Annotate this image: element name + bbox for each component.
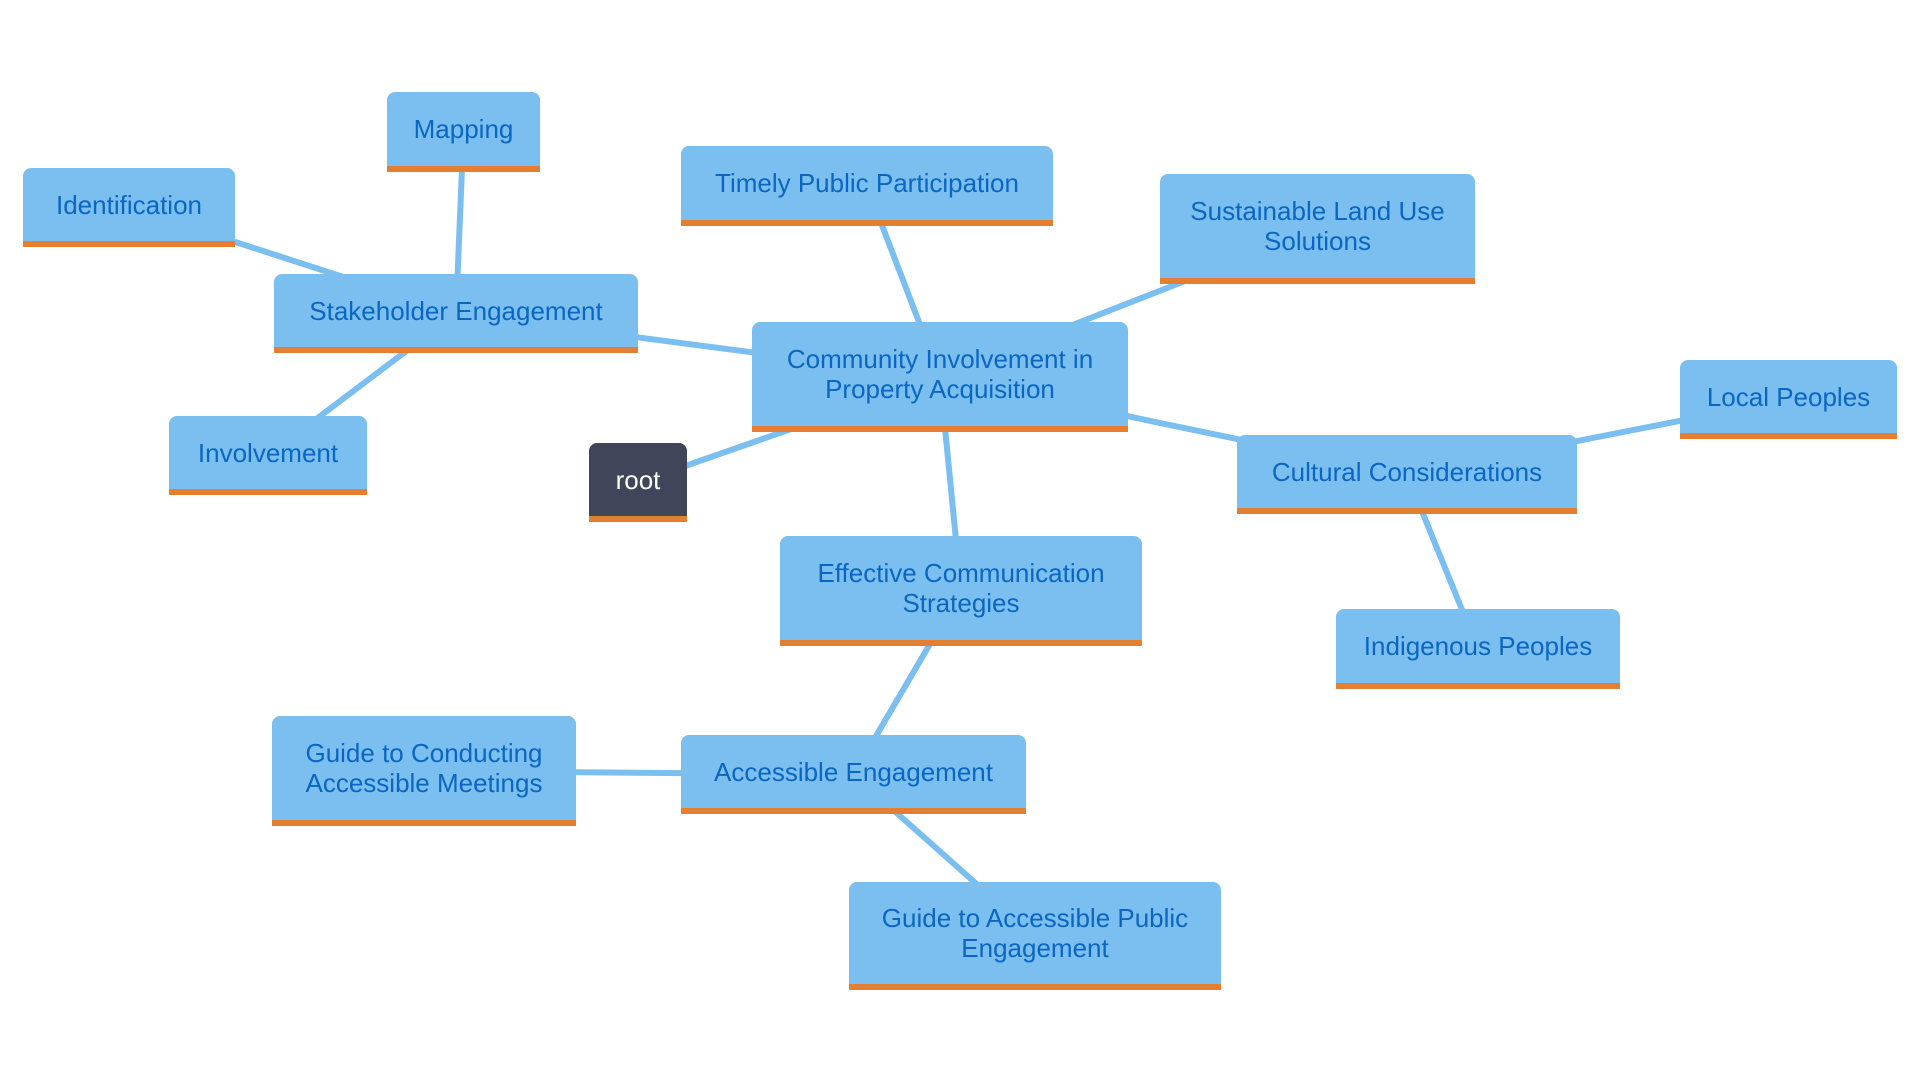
node-guide-accessible-public-engagement[interactable]: Guide to Accessible Public Engagement xyxy=(849,882,1221,990)
node-label: Sustainable Land Use Solutions xyxy=(1190,196,1445,256)
node-label: Accessible Engagement xyxy=(714,756,993,787)
node-accessible-engagement[interactable]: Accessible Engagement xyxy=(681,735,1026,814)
node-label: Involvement xyxy=(197,437,339,468)
node-involvement[interactable]: Involvement xyxy=(169,416,367,495)
node-label: Local Peoples xyxy=(1706,381,1871,412)
node-label: Mapping xyxy=(413,114,514,144)
node-effective-communication[interactable]: Effective Communication Strategies xyxy=(780,536,1142,646)
node-label: Effective Communication Strategies xyxy=(817,558,1105,618)
node-sustainable-land-use[interactable]: Sustainable Land Use Solutions xyxy=(1160,174,1475,284)
node-label: Community Involvement in Property Acquis… xyxy=(786,344,1094,404)
node-label: Cultural Considerations xyxy=(1271,456,1543,487)
node-identification[interactable]: Identification xyxy=(23,168,235,247)
node-label: Guide to Conducting Accessible Meetings xyxy=(305,738,543,798)
node-stakeholder-engagement[interactable]: Stakeholder Engagement xyxy=(274,274,638,353)
node-mapping[interactable]: Mapping xyxy=(387,92,540,172)
node-label: Identification xyxy=(56,189,202,220)
node-local-peoples[interactable]: Local Peoples xyxy=(1680,360,1897,439)
node-label: Indigenous Peoples xyxy=(1363,631,1593,661)
node-root[interactable]: root xyxy=(589,443,687,522)
node-label: Stakeholder Engagement xyxy=(309,295,603,326)
node-guide-accessible-meetings[interactable]: Guide to Conducting Accessible Meetings xyxy=(272,716,576,826)
node-community-involvement[interactable]: Community Involvement in Property Acquis… xyxy=(752,322,1128,432)
node-label: Timely Public Participation xyxy=(715,168,1019,198)
node-label: root xyxy=(615,464,661,495)
node-indigenous-peoples[interactable]: Indigenous Peoples xyxy=(1336,609,1620,689)
node-label: Guide to Accessible Public Engagement xyxy=(881,903,1189,963)
node-timely-public-participation[interactable]: Timely Public Participation xyxy=(681,146,1053,226)
node-cultural-considerations[interactable]: Cultural Considerations xyxy=(1237,435,1577,514)
